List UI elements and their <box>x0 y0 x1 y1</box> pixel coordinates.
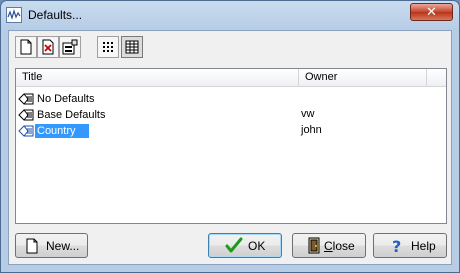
list-item[interactable]: No Defaults <box>18 91 442 107</box>
close-button-label: Close <box>324 239 355 253</box>
new-document-icon <box>20 39 32 55</box>
title-bar[interactable]: Defaults... ✕ <box>1 1 459 29</box>
door-exit-icon <box>308 237 320 254</box>
new-document-icon <box>26 238 38 254</box>
ok-button-label: OK <box>248 239 266 253</box>
help-question-icon: ? <box>392 237 401 254</box>
help-button[interactable]: ? Help <box>373 233 447 258</box>
details-view-button[interactable] <box>121 36 143 58</box>
defaults-dialog: Defaults... ✕ Title Owner No Defaults Ba… <box>0 0 460 273</box>
defaults-item-icon <box>18 125 34 137</box>
dialog-body: Title Owner No Defaults Base Defaults vw <box>8 30 452 265</box>
help-button-label: Help <box>411 239 436 253</box>
column-header-title[interactable]: Title <box>16 69 299 86</box>
list-item[interactable]: Base Defaults vw <box>18 107 442 123</box>
list-item-owner: vw <box>301 108 315 120</box>
close-button-label-rest: lose <box>332 239 355 253</box>
new-default-toolbar-button[interactable] <box>15 36 37 58</box>
checkmark-icon <box>225 237 243 253</box>
large-icons-view-button[interactable] <box>97 36 119 58</box>
app-icon <box>6 7 22 23</box>
window-close-button[interactable]: ✕ <box>410 3 453 21</box>
large-icons-view-icon <box>103 42 113 52</box>
list-item-title: Base Defaults <box>37 109 106 121</box>
new-button[interactable]: New... <box>15 233 88 258</box>
ok-button[interactable]: OK <box>208 233 282 258</box>
svg-text:?: ? <box>392 237 401 254</box>
properties-icon <box>62 39 78 55</box>
list-item-owner: john <box>301 124 322 136</box>
close-button-mnemonic: C <box>324 239 333 253</box>
list-header: Title Owner <box>16 69 446 87</box>
close-button[interactable]: Close <box>292 233 366 258</box>
window-title: Defaults... <box>28 8 83 22</box>
defaults-item-icon <box>18 93 34 105</box>
column-header-owner[interactable]: Owner <box>299 69 427 86</box>
properties-toolbar-button[interactable] <box>59 36 81 58</box>
defaults-item-icon <box>18 109 34 121</box>
list-item-title: No Defaults <box>37 93 95 105</box>
details-view-icon <box>125 40 139 54</box>
delete-default-toolbar-button[interactable] <box>37 36 59 58</box>
defaults-list[interactable]: Title Owner No Defaults Base Defaults vw <box>15 68 447 224</box>
list-item-selected[interactable]: Country john <box>18 123 442 139</box>
list-item-title: Country <box>35 124 89 138</box>
delete-document-icon <box>42 39 54 55</box>
close-icon: ✕ <box>426 4 437 19</box>
new-button-label: New... <box>46 239 80 253</box>
